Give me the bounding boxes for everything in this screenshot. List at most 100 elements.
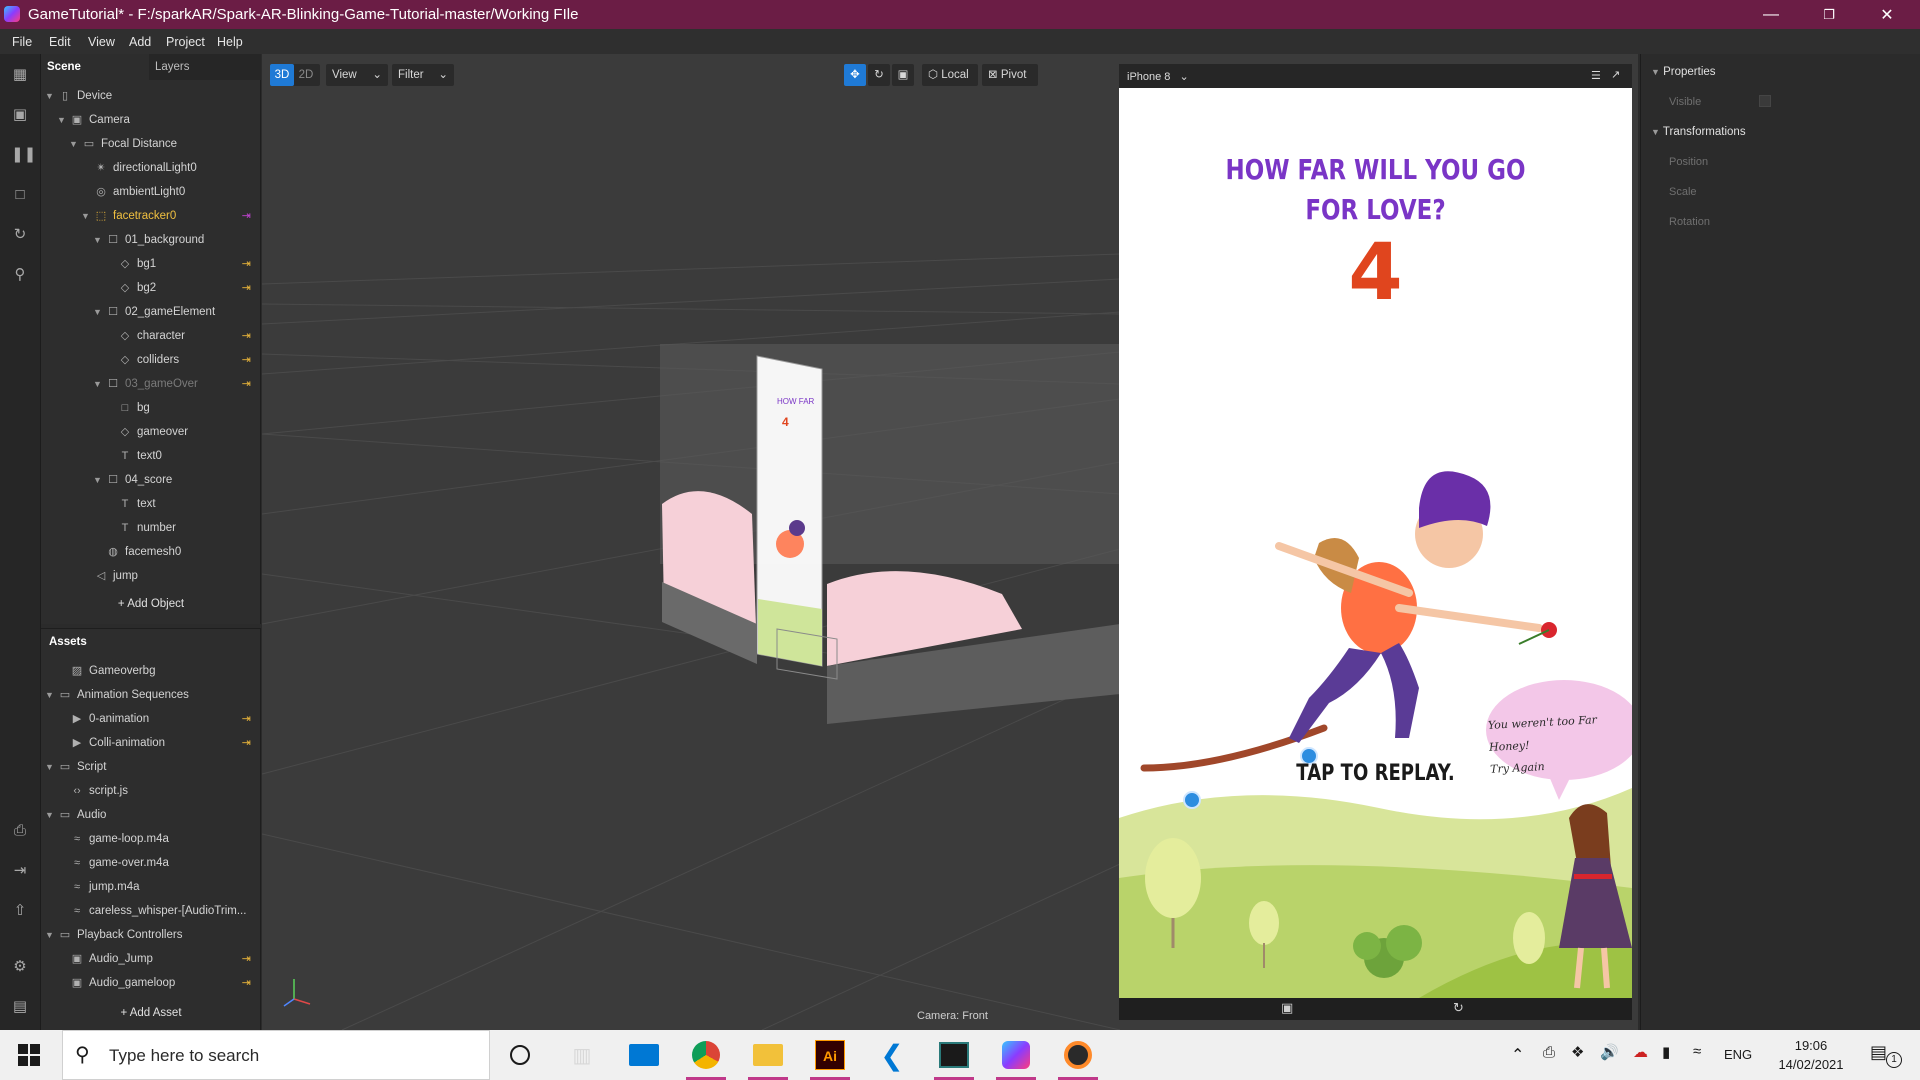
tree-item[interactable]: ▶ Colli-animation ⇥	[57, 731, 261, 755]
tree-item[interactable]: ▼ ☐ 02_gameElement	[93, 300, 261, 324]
tree-item[interactable]: ◇ colliders ⇥	[105, 348, 261, 372]
tree-item[interactable]: ▼ ▭ Audio	[45, 803, 261, 827]
expand-arrow-icon[interactable]: ▼	[45, 84, 57, 108]
tree-item[interactable]: ▼ ▭ Focal Distance	[69, 132, 261, 156]
tree-item[interactable]: ▨ Gameoverbg	[57, 659, 261, 683]
mode-2d-button[interactable]: 2D	[294, 64, 318, 86]
tree-item[interactable]: ▣ Audio_Jump ⇥	[57, 947, 261, 971]
menu-view[interactable]: View	[88, 35, 115, 49]
tree-item[interactable]: Ttext	[105, 492, 261, 516]
add-asset-button[interactable]: + Add Asset	[41, 1007, 261, 1019]
menu-edit[interactable]: Edit	[49, 35, 71, 49]
taskbar-app-illustrator[interactable]: Ai	[804, 1030, 856, 1080]
patch-link-icon[interactable]: ⇥	[242, 204, 251, 228]
patch-link-icon[interactable]: ⇥	[242, 372, 251, 396]
tree-item[interactable]: ▼ ⬚ facetracker0 ⇥	[81, 204, 261, 228]
tree-item[interactable]: ▣ Audio_gameloop ⇥	[57, 971, 261, 995]
menu-project[interactable]: Project	[166, 35, 205, 49]
refresh-icon[interactable]: ↻	[11, 226, 29, 244]
language-indicator[interactable]: ENG	[1724, 1047, 1752, 1062]
video-icon[interactable]: ▣	[11, 106, 29, 124]
patch-link-icon[interactable]: ⇥	[242, 276, 251, 300]
screenshot-icon[interactable]: ▣	[1281, 1000, 1293, 1016]
search-icon[interactable]: ⚲	[11, 266, 29, 284]
add-object-button[interactable]: + Add Object	[41, 598, 261, 610]
expand-arrow-icon[interactable]: ▼	[57, 108, 69, 132]
taskbar-app-chrome[interactable]	[680, 1030, 732, 1080]
close-button[interactable]: ✕	[1858, 0, 1916, 29]
taskbar-app-vscode[interactable]: ❮	[866, 1030, 918, 1080]
patch-link-icon[interactable]: ⇥	[242, 348, 251, 372]
tree-item[interactable]: □ bg	[105, 396, 261, 420]
tree-item[interactable]: ‹› script.js	[57, 779, 261, 803]
taskbar-app-mail[interactable]	[618, 1030, 670, 1080]
chevron-up-icon[interactable]: ⌃	[1511, 1045, 1524, 1065]
tree-item[interactable]: ▼ ▭ Animation Sequences	[45, 683, 261, 707]
taskbar-app-spark-ar[interactable]	[990, 1030, 1042, 1080]
scale-tool-button[interactable]: ▣	[892, 64, 914, 86]
taskbar-search[interactable]: ⚲ Type here to search	[62, 1030, 490, 1080]
patch-link-icon[interactable]: ⇥	[242, 324, 251, 348]
minimize-button[interactable]: —	[1742, 0, 1800, 29]
taskbar-app-player[interactable]	[1052, 1030, 1104, 1080]
clock[interactable]: 19:06 14/02/2021	[1766, 1036, 1856, 1074]
expand-arrow-icon[interactable]: ▼	[45, 923, 57, 947]
stop-icon[interactable]: □	[11, 186, 29, 204]
tree-item[interactable]: ≈ game-over.m4a	[57, 851, 261, 875]
tree-item[interactable]: Tnumber	[105, 516, 261, 540]
tree-item[interactable]: ◇ gameover	[105, 420, 261, 444]
device-selector[interactable]: iPhone 8 ⌄	[1127, 70, 1189, 83]
expand-arrow-icon[interactable]: ▼	[45, 683, 57, 707]
tree-item[interactable]: ▼ ▭ Playback Controllers	[45, 923, 261, 947]
view-dropdown[interactable]: View ⌄	[326, 64, 388, 86]
tree-item[interactable]: ≈ careless_whisper-[AudioTrim...	[57, 899, 261, 923]
visible-checkbox[interactable]	[1759, 95, 1771, 107]
pause-icon[interactable]: ❚❚	[11, 146, 36, 164]
tree-item[interactable]: ▼ ☐ 01_background	[93, 228, 261, 252]
send-to-device-icon[interactable]: ⇥	[11, 862, 29, 880]
console-icon[interactable]: ▤	[11, 998, 29, 1016]
settings-icon[interactable]: ⚙	[11, 958, 29, 976]
menu-help[interactable]: Help	[217, 35, 243, 49]
volume-icon[interactable]: 🔊	[1600, 1043, 1619, 1061]
layout-icon[interactable]: ▦	[11, 66, 29, 84]
expand-arrow-icon[interactable]: ▼	[81, 204, 93, 228]
transformations-section[interactable]: ▼ Transformations	[1651, 126, 1746, 138]
tree-item[interactable]: ▼ ▭ Script	[45, 755, 261, 779]
phone-screen[interactable]: HOW FAR WILL YOU GO FOR LOVE? 4 TAP TO R…	[1119, 88, 1632, 998]
tree-item[interactable]: ≈ jump.m4a	[57, 875, 261, 899]
tree-item[interactable]: ◍ facemesh0	[93, 540, 261, 564]
tree-item[interactable]: ▼ ☐ 04_score	[93, 468, 261, 492]
tree-item[interactable]: ◇ bg2 ⇥	[105, 276, 261, 300]
rotate-tool-button[interactable]: ↻	[868, 64, 890, 86]
battery-icon[interactable]: ▮	[1662, 1043, 1670, 1061]
expand-arrow-icon[interactable]: ▼	[93, 300, 105, 324]
tab-layers[interactable]: Layers	[149, 54, 261, 80]
patch-link-icon[interactable]: ⇥	[242, 252, 251, 276]
mode-3d-button[interactable]: 3D	[270, 64, 294, 86]
cloud-error-icon[interactable]: ☁	[1633, 1043, 1648, 1061]
notification-center-button[interactable]: ▤ 1	[1870, 1042, 1906, 1068]
expand-arrow-icon[interactable]: ▼	[45, 803, 57, 827]
tree-item[interactable]: Ttext0	[105, 444, 261, 468]
rotate-device-icon[interactable]: ↻	[1453, 1000, 1464, 1016]
patch-link-icon[interactable]: ⇥	[242, 971, 251, 995]
upload-icon[interactable]: ⇧	[11, 902, 29, 920]
tree-item[interactable]: ▼ ▯ Device	[45, 84, 261, 108]
test-on-device-icon[interactable]: ⎙	[11, 822, 29, 840]
popout-icon[interactable]: ↗	[1611, 68, 1620, 81]
tab-scene[interactable]: Scene	[41, 54, 149, 80]
local-space-button[interactable]: ⬡ Local	[922, 64, 978, 86]
pivot-button[interactable]: ⊠ Pivot	[982, 64, 1038, 86]
windows-start-icon[interactable]	[18, 1044, 40, 1066]
wifi-icon[interactable]: ≈	[1693, 1043, 1701, 1060]
tree-item[interactable]: ▼ ☐ 03_gameOver ⇥	[93, 372, 261, 396]
restore-button[interactable]: ❐	[1800, 0, 1858, 29]
tree-item[interactable]: ◎ ambientLight0	[81, 180, 261, 204]
menu-file[interactable]: File	[12, 35, 32, 49]
tree-item[interactable]: ▼ ▣ Camera	[57, 108, 261, 132]
menu-add[interactable]: Add	[129, 35, 151, 49]
move-tool-button[interactable]: ✥	[844, 64, 866, 86]
menu-icon[interactable]: ☰	[1591, 69, 1601, 82]
tree-item[interactable]: ◇ bg1 ⇥	[105, 252, 261, 276]
